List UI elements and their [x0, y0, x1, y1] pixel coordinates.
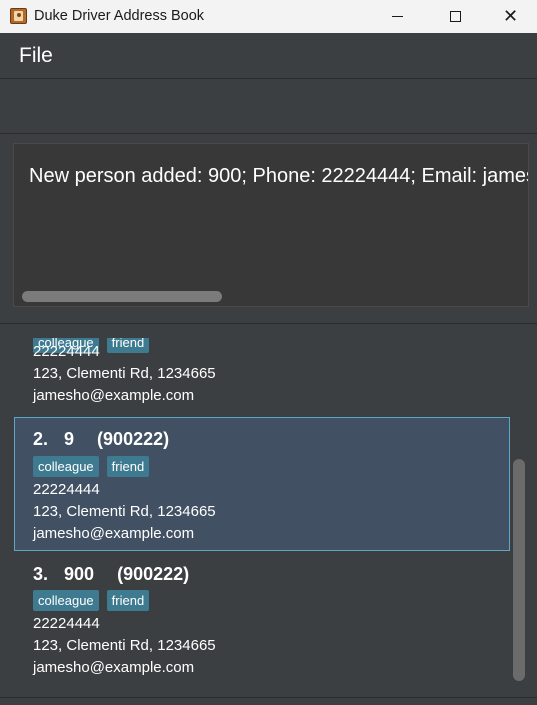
person-phone: 22224444	[33, 615, 100, 632]
person-card-header: 3. 900 (900222)	[33, 563, 189, 585]
person-id: (900222)	[97, 429, 170, 449]
person-list-scrollbar-thumb[interactable]	[513, 459, 525, 681]
person-phone: 22224444	[33, 481, 100, 498]
status-bar	[0, 697, 537, 705]
person-name: 9	[64, 429, 75, 449]
person-tags: colleague friend	[33, 590, 150, 611]
person-name: 900	[64, 564, 95, 584]
person-email: jamesho@example.com	[33, 659, 195, 676]
menu-bar: File	[0, 33, 537, 79]
person-tags: colleague friend	[33, 456, 150, 477]
person-id: (900222)	[117, 564, 190, 584]
tag-friend: friend	[106, 456, 150, 477]
maximize-icon	[449, 11, 461, 22]
person-list-panel: 1. colleague friend 22224444 123, Clemen…	[0, 325, 537, 705]
tag-colleague: colleague	[33, 590, 99, 611]
person-email: jamesho@example.com	[33, 387, 195, 404]
minimize-button[interactable]	[368, 0, 426, 33]
title-bar: Duke Driver Address Book ✕	[0, 0, 537, 33]
result-message: New person added: 900; Phone: 22224444; …	[29, 165, 528, 187]
result-horizontal-scrollbar[interactable]	[22, 291, 222, 302]
person-index: 3.	[33, 564, 49, 584]
person-card-header: 2. 9 (900222)	[33, 428, 169, 450]
tag-friend: friend	[106, 338, 150, 353]
maximize-button[interactable]	[426, 0, 484, 33]
menu-file[interactable]: File	[19, 44, 53, 68]
person-address: 123, Clementi Rd, 1234665	[33, 365, 216, 382]
person-index: 2.	[33, 429, 49, 449]
person-address: 123, Clementi Rd, 1234665	[33, 637, 216, 654]
close-button[interactable]: ✕	[484, 0, 537, 33]
person-card-3[interactable]: 3. 900 (900222) colleague friend 2222444…	[14, 552, 510, 684]
person-address: 123, Clementi Rd, 1234665	[33, 503, 216, 520]
person-phone: 22224444	[33, 343, 100, 360]
result-display[interactable]: New person added: 900; Phone: 22224444; …	[13, 143, 529, 307]
person-list[interactable]: 1. colleague friend 22224444 123, Clemen…	[14, 338, 510, 684]
command-box-container	[0, 80, 537, 134]
tag-colleague: colleague	[33, 456, 99, 477]
address-book-icon	[10, 8, 27, 24]
result-display-panel: New person added: 900; Phone: 22224444; …	[0, 135, 537, 324]
window-title: Duke Driver Address Book	[34, 8, 205, 24]
person-card-2[interactable]: 2. 9 (900222) colleague friend 22224444 …	[14, 417, 510, 551]
person-email: jamesho@example.com	[33, 525, 195, 542]
command-input[interactable]	[0, 80, 537, 134]
person-card-1[interactable]: 1. colleague friend 22224444 123, Clemen…	[14, 338, 510, 408]
close-icon: ✕	[502, 5, 519, 27]
tag-friend: friend	[106, 590, 150, 611]
minimize-icon	[391, 16, 403, 17]
